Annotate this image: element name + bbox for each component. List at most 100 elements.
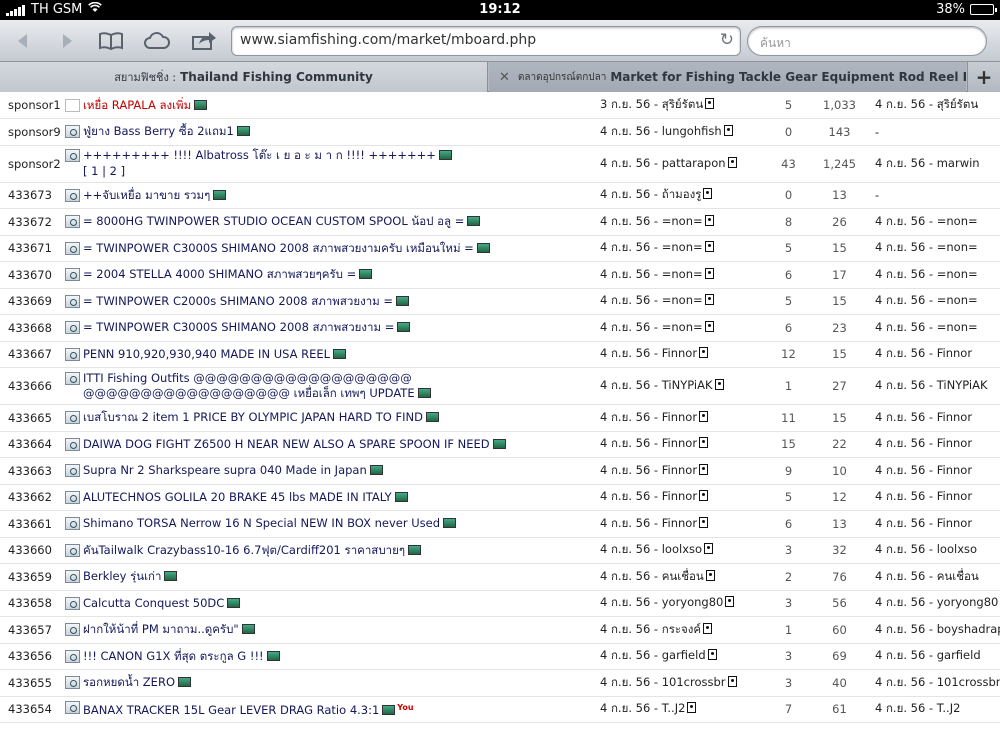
table-row[interactable]: 433667 PENN 910,920,930,940 MADE IN USA R…	[0, 341, 1000, 368]
back-arrow-icon[interactable]	[9, 27, 37, 55]
thread-pager: [ 1 | 2 ]	[83, 164, 126, 178]
thread-title-link[interactable]: ++จับเหยื่อ มาขาย รวมๆ	[83, 188, 227, 203]
thread-title-link[interactable]: !!! CANON G1X ที่สุด ตระกูล G !!!	[83, 649, 280, 664]
table-row[interactable]: 433664 DAIWA DOG FIGHT Z6500 H NEAR NEW A…	[0, 431, 1000, 458]
thread-title-link[interactable]: = 8000HG TWINPOWER STUDIO OCEAN CUSTOM S…	[83, 214, 481, 229]
user-profile-icon[interactable]	[704, 543, 714, 555]
thread-title-link[interactable]: +++++++++ !!!! Albatross โต๊ะ เ ย อ ะ ม …	[83, 148, 452, 179]
table-row[interactable]: 433672 = 8000HG TWINPOWER STUDIO OCEAN CU…	[0, 208, 1000, 236]
table-row[interactable]: 433670 = 2004 STELLA 4000 SHIMANO สภาพสวย…	[0, 261, 1000, 289]
user-profile-icon[interactable]	[687, 702, 697, 714]
user-profile-icon[interactable]	[699, 516, 709, 528]
user-profile-icon[interactable]	[704, 267, 714, 279]
thread-id: sponsor2	[0, 145, 65, 183]
table-row[interactable]: 433660 คันTailwalk Crazybass10-16 6.7ฟุต/…	[0, 537, 1000, 564]
thread-title-link[interactable]: Calcutta Conquest 50DC	[83, 596, 241, 611]
thread-title-link[interactable]: Shimano TORSA Nerrow 16 N Special NEW IN…	[83, 516, 457, 531]
thread-title-link[interactable]: = TWINPOWER C3000S SHIMANO 2008 สภาพสวยง…	[83, 320, 411, 335]
table-row[interactable]: 433669 = TWINPOWER C2000s SHIMANO 2008 สภ…	[0, 288, 1000, 315]
table-row[interactable]: 433661 Shimano TORSA Nerrow 16 N Special …	[0, 510, 1000, 538]
view-count: 60	[812, 616, 867, 644]
user-profile-icon[interactable]	[699, 347, 709, 359]
table-row[interactable]: 433655 รอกหยดน้ำ ZERO 4 ก.ย. 56 - 101cross…	[0, 669, 1000, 697]
thread-title-link[interactable]: เบสโบราณ 2 item 1 PRICE BY OLYMPIC JAPAN…	[83, 410, 439, 425]
table-row[interactable]: 433657 ฝากให้น้าที่ PM มาถาม..ดูครับ" 4 ก.…	[0, 616, 1000, 644]
thread-table: sponsor1 เหยื่อ RAPALA ลงเพิ่ม 3 ก.ย. 56 -…	[0, 92, 1000, 723]
thread-title-link[interactable]: ฝากให้น้าที่ PM มาถาม..ดูครับ"	[83, 622, 255, 637]
user-profile-icon[interactable]	[723, 124, 733, 136]
user-profile-icon[interactable]	[699, 490, 709, 502]
page-link[interactable]: 1	[91, 164, 98, 178]
search-input[interactable]: ค้นหา	[747, 26, 987, 56]
table-row[interactable]: 433671 = TWINPOWER C3000S SHIMANO 2008 สภ…	[0, 235, 1000, 262]
thread-title-link[interactable]: = TWINPOWER C2000s SHIMANO 2008 สภาพสวยง…	[83, 294, 410, 309]
thread-title-link[interactable]: DAIWA DOG FIGHT Z6500 H NEAR NEW ALSO A …	[83, 437, 506, 452]
image-attached-icon	[382, 705, 396, 716]
icloud-cloud-icon[interactable]	[143, 27, 171, 55]
posted-text: 4 ก.ย. 56 - Finnor	[600, 436, 698, 451]
user-profile-icon[interactable]	[703, 622, 713, 634]
view-count: 40	[812, 669, 867, 697]
table-row[interactable]: 433668 = TWINPOWER C3000S SHIMANO 2008 สภ…	[0, 314, 1000, 342]
thread-id: 433662	[0, 484, 65, 511]
posted-by: 4 ก.ย. 56 - pattarapon	[597, 145, 765, 183]
address-bar[interactable]: www.siamfishing.com/market/mboard.php ↻	[231, 26, 741, 56]
table-row[interactable]: 433665 เบสโบราณ 2 item 1 PRICE BY OLYMPIC…	[0, 404, 1000, 432]
table-row[interactable]: sponsor1 เหยื่อ RAPALA ลงเพิ่ม 3 ก.ย. 56 -…	[0, 92, 1000, 119]
user-profile-icon[interactable]	[704, 214, 714, 226]
user-profile-icon[interactable]	[704, 294, 714, 306]
user-profile-icon[interactable]	[703, 188, 713, 200]
view-count: 27	[812, 367, 867, 405]
user-profile-icon[interactable]	[705, 98, 715, 109]
thread-title-link[interactable]: คันTailwalk Crazybass10-16 6.7ฟุต/Cardif…	[83, 543, 421, 558]
table-row[interactable]: 433658 Calcutta Conquest 50DC 4 ก.ย. 56 - …	[0, 590, 1000, 617]
user-profile-icon[interactable]	[727, 156, 737, 168]
table-row[interactable]: sponsor2 +++++++++ !!!! Albatross โต๊ะ เ …	[0, 145, 1000, 183]
table-row[interactable]: 433663 Supra Nr 2 Sharkspeare supra 040 M…	[0, 457, 1000, 485]
forward-arrow-icon[interactable]	[53, 27, 81, 55]
battery-icon	[970, 4, 997, 15]
user-profile-icon[interactable]	[704, 241, 714, 253]
reload-icon[interactable]: ↻	[720, 30, 734, 50]
image-attached-icon	[227, 597, 241, 608]
user-profile-icon[interactable]	[699, 463, 709, 475]
table-row[interactable]: 433656 !!! CANON G1X ที่สุด ตระกูล G !!! 4…	[0, 643, 1000, 670]
table-row[interactable]: 433673 ++จับเหยื่อ มาขาย รวมๆ 4 ก.ย. 56 - …	[0, 182, 1000, 209]
thread-title-link[interactable]: BANAX TRACKER 15L Gear LEVER DRAG Ratio …	[83, 700, 414, 718]
user-profile-icon[interactable]	[699, 410, 709, 422]
user-profile-icon[interactable]	[704, 320, 714, 332]
thread-title-link[interactable]: Berkley รุ่นเก่า	[83, 569, 178, 584]
table-row[interactable]: sponsor9 ฟู่ยาง Bass Berry ซื้อ 2แถม1 4 ก.…	[0, 118, 1000, 146]
page-link[interactable]: 2	[110, 164, 117, 178]
thread-title-link[interactable]: ITTI Fishing Outfits @@@@@@@@@@@@@@@@@@@…	[83, 371, 597, 401]
thread-id: 433671	[0, 235, 65, 262]
tab-market[interactable]: ✕ ตลาดอุปกรณ์ตกปลา Market for Fishing Ta…	[489, 62, 966, 92]
thread-title-link[interactable]: PENN 910,920,930,940 MADE IN USA REEL	[83, 347, 347, 362]
bookmarks-book-icon[interactable]	[97, 27, 125, 55]
thread-title-link[interactable]: รอกหยดน้ำ ZERO	[83, 675, 191, 690]
tab-siamfishing[interactable]: สยามฟิชชิ่ง : Thailand Fishing Community	[0, 62, 488, 92]
thread-title-link[interactable]: = 2004 STELLA 4000 SHIMANO สภาพสวยๆครับ …	[83, 267, 373, 282]
thread-title-link[interactable]: = TWINPOWER C3000S SHIMANO 2008 สภาพสวยง…	[83, 241, 490, 256]
user-profile-icon[interactable]	[727, 675, 737, 687]
user-profile-icon[interactable]	[699, 437, 709, 449]
thread-title-link[interactable]: Supra Nr 2 Sharkspeare supra 040 Made in…	[83, 463, 383, 478]
user-profile-icon[interactable]	[725, 596, 735, 608]
table-row[interactable]: 433662 ALUTECHNOS GOLILA 20 BRAKE 45 lbs …	[0, 484, 1000, 511]
last-post: 4 ก.ย. 56 - Finnor	[867, 404, 1000, 432]
table-row[interactable]: 433659 Berkley รุ่นเก่า 4 ก.ย. 56 - คนเชื่…	[0, 563, 1000, 591]
search-placeholder: ค้นหา	[760, 36, 791, 50]
user-profile-icon[interactable]	[705, 569, 715, 581]
table-row[interactable]: 433666 ITTI Fishing Outfits @@@@@@@@@@@@@…	[0, 367, 1000, 405]
thread-title-link[interactable]: ฟู่ยาง Bass Berry ซื้อ 2แถม1	[83, 124, 250, 139]
share-action-icon[interactable]	[190, 27, 218, 55]
reply-count: 5	[765, 92, 812, 119]
thread-title-link[interactable]: เหยื่อ RAPALA ลงเพิ่ม	[83, 98, 208, 113]
user-profile-icon[interactable]	[707, 649, 717, 661]
table-row[interactable]: 433654 BANAX TRACKER 15L Gear LEVER DRAG …	[0, 696, 1000, 723]
new-tab-plus-icon[interactable]: +	[967, 62, 1000, 92]
user-profile-icon[interactable]	[714, 379, 724, 390]
thread-title: Supra Nr 2 Sharkspeare supra 040 Made in…	[83, 463, 367, 478]
thread-title-link[interactable]: ALUTECHNOS GOLILA 20 BRAKE 45 lbs MADE I…	[83, 490, 408, 505]
close-tab-icon[interactable]: ✕	[499, 70, 510, 85]
